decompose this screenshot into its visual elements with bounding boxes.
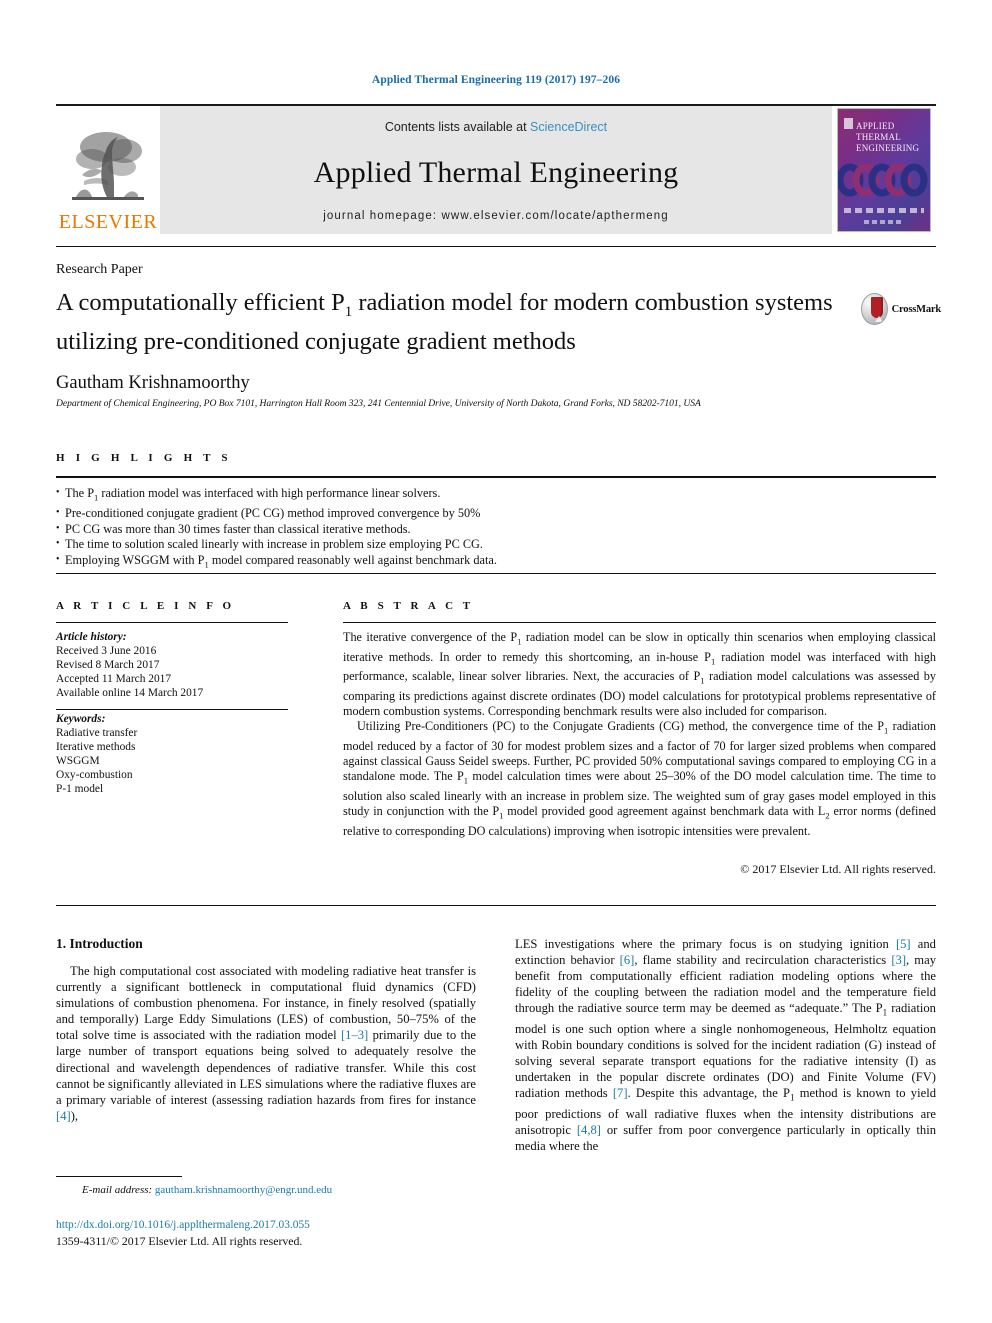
citation-ref-6[interactable]: [6] xyxy=(620,953,635,967)
contents-line: Contents lists available at ScienceDirec… xyxy=(385,120,607,134)
cover-title-line-1: APPLIED xyxy=(856,121,895,131)
highlights-list: The P1 radiation model was interfaced wi… xyxy=(56,485,936,573)
intro-right-f: . Despite this advantage, the P xyxy=(627,1086,790,1101)
article-history-item: Revised 8 March 2017 xyxy=(56,659,160,671)
abstract-heading: A B S T R A C T xyxy=(343,600,474,612)
contents-prefix: Contents lists available at xyxy=(384,120,531,134)
abstract-copyright: © 2017 Elsevier Ltd. All rights reserved… xyxy=(740,862,936,876)
author-affiliation: Department of Chemical Engineering, PO B… xyxy=(56,398,701,409)
title-part-1: A computationally efficient P xyxy=(56,289,345,316)
article-info-column: Article history: Received 3 June 2016 Rev… xyxy=(56,630,306,796)
keyword-item: Radiative transfer xyxy=(56,727,138,739)
keyword-item: WSGGM xyxy=(56,755,100,767)
highlights-heading: H I G H L I G H T S xyxy=(56,452,232,464)
highlight-item: The P1 radiation model was interfaced wi… xyxy=(56,485,936,506)
crossmark-badge[interactable]: CrossMark xyxy=(861,289,941,329)
journal-cover-thumbnail: APPLIED THERMAL ENGINEERING xyxy=(832,106,936,234)
citation-ref-4[interactable]: [4] xyxy=(56,1109,71,1123)
crossmark-icon xyxy=(861,293,888,325)
abstract-p2-a: Utilizing Pre-Conditioners (PC) to the C… xyxy=(357,719,885,734)
title-part-2: radiation model for modern combustion xyxy=(352,289,749,316)
keyword-item: Iterative methods xyxy=(56,741,136,753)
title-divider xyxy=(56,246,936,247)
abstract-rule xyxy=(343,622,936,623)
intro-column-left: The high computational cost associated w… xyxy=(56,963,476,1124)
keyword-item: P-1 model xyxy=(56,783,104,795)
body-divider xyxy=(56,905,936,906)
highlight-text-a: Employing WSGGM with P xyxy=(65,552,205,567)
journal-band: Contents lists available at ScienceDirec… xyxy=(160,106,832,234)
article-history-heading: Article history: xyxy=(56,631,127,643)
citation-ref-7[interactable]: [7] xyxy=(613,1086,628,1100)
article-history-item: Accepted 11 March 2017 xyxy=(56,673,172,685)
paper-page: Applied Thermal Engineering 119 (2017) 1… xyxy=(0,0,992,1323)
cover-footer-mark xyxy=(864,220,904,224)
citation-ref-1[interactable]: [1–3] xyxy=(341,1028,368,1042)
elsevier-tree-icon xyxy=(72,132,144,200)
issn-copyright: 1359-4311/© 2017 Elsevier Ltd. All right… xyxy=(56,1234,303,1248)
intro-right-a: LES investigations where the primary foc… xyxy=(515,937,896,951)
highlight-text-a: PC CG was more than 30 times faster than… xyxy=(65,521,411,536)
sciencedirect-link[interactable]: ScienceDirect xyxy=(530,120,607,134)
running-head: Applied Thermal Engineering 119 (2017) 1… xyxy=(371,74,621,86)
highlight-text-b: radiation model was interfaced with high… xyxy=(98,486,441,500)
doi-link[interactable]: http://dx.doi.org/10.1016/j.applthermale… xyxy=(56,1219,310,1231)
abstract-p2-d: model provided good agreement against be… xyxy=(503,804,826,819)
highlight-text-a: Pre-conditioned conjugate gradient (PC C… xyxy=(65,506,481,521)
highlights-bottom-rule xyxy=(56,573,936,574)
journal-homepage-link[interactable]: journal homepage: www.elsevier.com/locat… xyxy=(323,210,669,222)
highlight-item: Employing WSGGM with P1 model compared r… xyxy=(56,552,936,573)
intro-left-paragraph: The high computational cost associated w… xyxy=(56,963,476,1124)
cover-title-line-3: ENGINEERING xyxy=(856,143,920,153)
citation-ref-4-8[interactable]: [4,8] xyxy=(577,1123,601,1137)
keyword-item: Oxy-combustion xyxy=(56,769,133,781)
intro-column-right: LES investigations where the primary foc… xyxy=(515,936,936,1154)
elsevier-logo: ELSEVIER xyxy=(56,106,160,234)
highlight-item: PC CG was more than 30 times faster than… xyxy=(56,521,936,538)
cover-footer-text xyxy=(844,208,924,213)
intro-left-c: ), xyxy=(70,1108,79,1123)
keywords-heading: Keywords: xyxy=(56,713,106,725)
section-heading-introduction: 1. Introduction xyxy=(56,936,143,951)
cover-title-line-2: THERMAL xyxy=(856,132,901,142)
article-type-label: Research Paper xyxy=(56,262,143,277)
crossmark-label: CrossMark xyxy=(891,303,942,315)
article-info-separator xyxy=(56,709,288,710)
cover-title: APPLIED THERMAL ENGINEERING xyxy=(856,121,919,154)
elsevier-wordmark: ELSEVIER xyxy=(58,211,158,233)
abstract-text: The iterative convergence of the P1 radi… xyxy=(343,630,936,839)
citation-ref-5[interactable]: [5] xyxy=(896,937,911,951)
author-name: Gautham Krishnamoorthy xyxy=(56,373,250,393)
article-info-heading: A R T I C L E I N F O xyxy=(56,600,235,612)
journal-masthead: ELSEVIER Contents lists available at Sci… xyxy=(56,104,936,234)
citation-ref-3[interactable]: [3] xyxy=(891,953,906,967)
footnote-email: E-mail address: gautham.krishnamoorthy@e… xyxy=(82,1184,482,1196)
highlight-text-a: The P xyxy=(65,486,95,500)
email-label: E-mail address: xyxy=(82,1184,153,1196)
highlight-text-b: model compared reasonably well against b… xyxy=(208,552,497,567)
highlight-item: Pre-conditioned conjugate gradient (PC C… xyxy=(56,505,936,522)
abstract-p1-a: The iterative convergence of the P xyxy=(343,630,518,644)
footnote-rule xyxy=(56,1176,182,1177)
page-title: A computationally efficient P1 radiation… xyxy=(56,288,846,357)
cover-rings-graphic xyxy=(838,163,928,197)
keywords-list: Radiative transfer Iterative methods WSGGM… xyxy=(56,726,306,796)
intro-right-paragraph: LES investigations where the primary foc… xyxy=(515,936,936,1154)
highlight-text-a: The time to solution scaled linearly wit… xyxy=(65,537,484,552)
journal-title: Applied Thermal Engineering xyxy=(313,156,679,189)
article-history-item: Available online 14 March 2017 xyxy=(56,687,204,699)
cover-elsevier-mark-icon xyxy=(844,118,853,129)
abstract-paragraph-2: Utilizing Pre-Conditioners (PC) to the C… xyxy=(343,719,936,839)
intro-right-c: , flame stability and recirculation char… xyxy=(634,953,892,968)
article-info-rule xyxy=(56,622,288,623)
abstract-paragraph-1: The iterative convergence of the P1 radi… xyxy=(343,630,936,719)
highlight-item: The time to solution scaled linearly wit… xyxy=(56,536,936,553)
email-link[interactable]: gautham.krishnamoorthy@engr.und.edu xyxy=(155,1184,332,1196)
highlights-top-rule xyxy=(56,476,936,478)
article-history-list: Received 3 June 2016 Revised 8 March 2017… xyxy=(56,644,306,700)
article-history-item: Received 3 June 2016 xyxy=(56,645,157,657)
